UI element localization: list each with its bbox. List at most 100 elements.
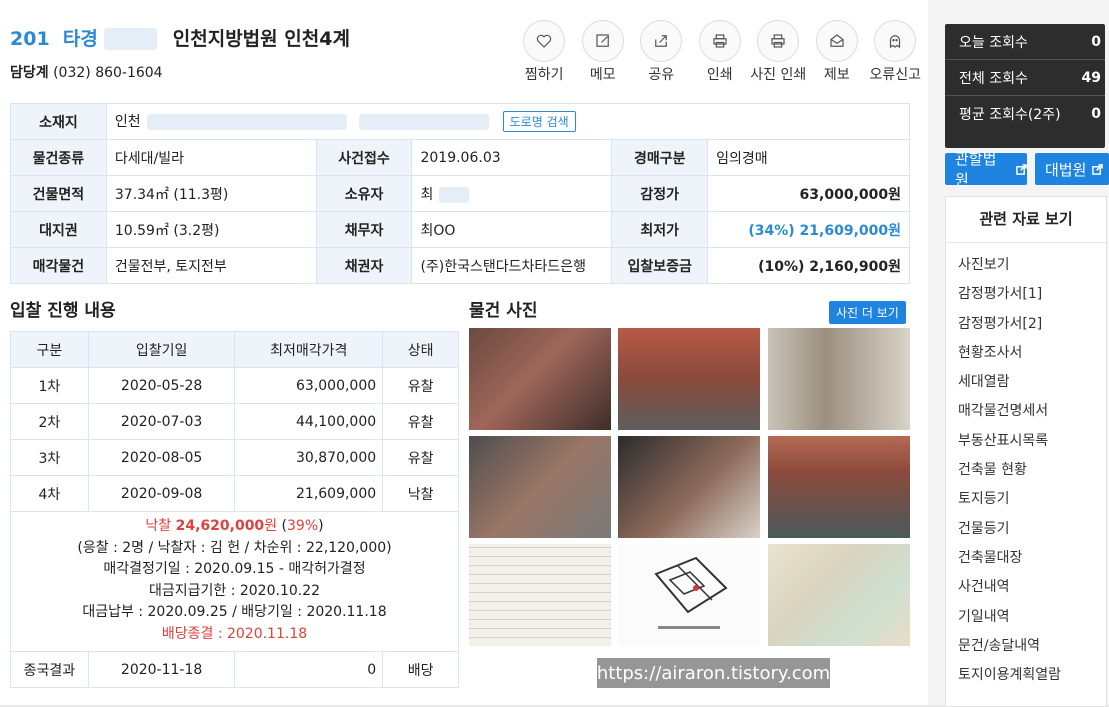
sale-decision-date: 매각결정기일 : 2020.09.15 - 매각허가결정	[103, 561, 366, 577]
auction-type-value: 임의경매	[707, 139, 910, 176]
min-price-value: (34%) 21,609,000원	[707, 211, 910, 248]
auction-type-label: 경매구분	[611, 139, 709, 176]
contact: 담당계 (032) 860-1604	[10, 65, 163, 81]
bid-history-table: 구분 입찰기일 최저매각가격 상태 1차 2020-05-28 63,000,000…	[10, 331, 459, 688]
final-result-row: 종국결과 2020-11-18 0 배당	[10, 651, 459, 688]
table-row: 1차 2020-05-28 63,000,000 유찰	[10, 367, 459, 404]
right-sidebar: 오늘 조회수 0 전체 조회수 49 평균 조회수(2주) 0 관할법원 대법원 관련…	[928, 0, 1109, 707]
deposit-label: 입찰보증금	[611, 247, 709, 284]
min-price-label: 최저가	[611, 211, 709, 248]
pencil-icon	[596, 34, 609, 47]
doc-building-ledger[interactable]: 건축물대장	[958, 544, 1106, 573]
area-label: 건물면적	[10, 175, 107, 212]
doc-household[interactable]: 세대열람	[958, 368, 1106, 397]
doc-delivery-history[interactable]: 문건/송달내역	[958, 632, 1106, 661]
type-value: 다세대/빌라	[105, 139, 317, 176]
doc-survey[interactable]: 현황조사서	[958, 339, 1106, 368]
sale-item-label: 매각물건	[10, 247, 107, 284]
total-views: 전체 조회수 49	[945, 60, 1105, 96]
owner-value: 최x	[411, 175, 613, 212]
creditor-label: 채권자	[315, 247, 413, 284]
floor-plan-photo[interactable]	[618, 544, 760, 646]
print-button[interactable]: 인쇄	[691, 20, 750, 84]
external-link-icon	[1016, 163, 1027, 175]
case-title: 201 타경0000 인천지방법원 인천4계	[10, 24, 350, 51]
debtor-label: 채무자	[315, 211, 413, 248]
heart-icon	[537, 34, 552, 48]
received-label: 사건접수	[315, 139, 413, 176]
debtor-value: 최OO	[411, 211, 613, 248]
deposit-value: (10%) 2,160,900원	[707, 247, 910, 284]
main-panel: 201 타경0000 인천지방법원 인천4계 담당계 (032) 860-1604…	[0, 0, 928, 705]
ghost-icon	[890, 35, 901, 49]
sale-item-value: 건물전부, 토지전부	[105, 247, 317, 284]
related-docs-title: 관련 자료 보기	[946, 197, 1106, 243]
property-photo[interactable]	[618, 436, 760, 538]
photo-grid	[469, 328, 911, 646]
share-icon	[655, 35, 668, 47]
today-views: 오늘 조회수 0	[945, 24, 1105, 60]
more-photos-button[interactable]: 사진 더 보기	[829, 301, 906, 324]
supreme-court-button[interactable]: 대법원	[1035, 153, 1109, 185]
property-info-table: 소재지 인천xx도로명 검색 물건종류 다세대/빌라 사건접수 2019.06.…	[10, 103, 911, 284]
dividend-closed: 배당종결 : 2020.11.18	[161, 625, 308, 642]
error-report-button[interactable]: 오류신고	[866, 20, 925, 84]
road-search-button[interactable]: 도로명 검색	[502, 111, 576, 132]
appraisal-label: 감정가	[611, 175, 709, 212]
appraisal-value: 63,000,000원	[707, 175, 910, 212]
map-photo[interactable]	[768, 544, 910, 646]
favorite-button[interactable]: 찜하기	[515, 20, 574, 84]
doc-appraisal-2[interactable]: 감정평가서[2]	[958, 310, 1106, 339]
property-photo[interactable]	[768, 328, 910, 430]
doc-date-history[interactable]: 기일내역	[958, 603, 1106, 632]
table-row: 3차 2020-08-05 30,870,000 유찰	[10, 439, 459, 476]
action-bar: 찜하기 메모 공유 인쇄 사진 인쇄 제보 오류신고	[515, 20, 925, 84]
jurisdiction-court-button[interactable]: 관할법원	[945, 150, 1027, 189]
share-button[interactable]: 공유	[632, 20, 691, 84]
address-label: 소재지	[10, 103, 107, 140]
court-name: 인천지방법원 인천4계	[172, 28, 350, 50]
bid-section-title: 입찰 진행 내용	[10, 301, 116, 321]
address-value: 인천xx도로명 검색	[105, 103, 911, 140]
doc-building-registry[interactable]: 건물등기	[958, 515, 1106, 544]
property-photo[interactable]	[469, 328, 611, 430]
avg-views: 평균 조회수(2주) 0	[959, 105, 1101, 123]
doc-appraisal-1[interactable]: 감정평가서[1]	[958, 280, 1106, 309]
type-label: 물건종류	[10, 139, 107, 176]
land-value: 10.59㎡ (3.2평)	[105, 211, 317, 248]
envelope-icon	[830, 34, 844, 47]
report-button[interactable]: 제보	[808, 20, 867, 84]
payment-deadline: 대금지급기한 : 2020.10.22	[148, 582, 321, 599]
doc-land-use-plan[interactable]: 토지이용계획열람	[958, 661, 1106, 690]
property-photo[interactable]	[469, 436, 611, 538]
doc-sale-statement[interactable]: 매각물건명세서	[958, 397, 1106, 426]
area-value: 37.34㎡ (11.3평)	[105, 175, 317, 212]
table-row: 2차 2020-07-03 44,100,000 유찰	[10, 403, 459, 440]
doc-building-status[interactable]: 건축물 현황	[958, 456, 1106, 485]
printer-icon	[713, 34, 727, 48]
case-number: 201 타경0000	[10, 28, 163, 50]
bid-detail: (응찰 : 2명 / 낙찰자 : 김 헌 / 차순위 : 22,120,000)	[77, 539, 392, 556]
bid-table-header: 구분 입찰기일 최저매각가격 상태	[10, 331, 459, 368]
owner-label: 소유자	[315, 175, 413, 212]
payment-date: 대금납부 : 2020.09.25 / 배당기일 : 2020.11.18	[82, 604, 387, 620]
winning-bid-summary: 낙찰 24,620,000원 (39%) (응찰 : 2명 / 낙찰자 : 김 …	[10, 511, 459, 652]
property-photo[interactable]	[618, 328, 760, 430]
doc-photos[interactable]: 사진보기	[958, 251, 1106, 280]
table-row: 4차 2020-09-08 21,609,000 낙찰	[10, 475, 459, 512]
memo-button[interactable]: 메모	[574, 20, 633, 84]
doc-property-list[interactable]: 부동산표시목록	[958, 427, 1106, 456]
related-docs-list: 사진보기 감정평가서[1] 감정평가서[2] 현황조사서 세대열람 매각물건명세…	[946, 243, 1106, 690]
creditor-value: (주)한국스탠다드차타드은행	[411, 247, 613, 284]
related-docs-panel: 관련 자료 보기 사진보기 감정평가서[1] 감정평가서[2] 현황조사서 세대…	[945, 196, 1107, 707]
photo-print-button[interactable]: 사진 인쇄	[749, 20, 808, 84]
photo-section-title: 물건 사진	[469, 301, 538, 321]
document-photo[interactable]	[469, 544, 611, 646]
winning-bid-line: 낙찰 24,620,000원 (39%)	[145, 518, 324, 534]
doc-land-registry[interactable]: 토지등기	[958, 485, 1106, 514]
doc-case-history[interactable]: 사건내역	[958, 573, 1106, 602]
property-photo[interactable]	[768, 436, 910, 538]
land-label: 대지권	[10, 211, 107, 248]
watermark: https://airaron.tistory.com	[597, 658, 830, 688]
view-stats: 오늘 조회수 0 전체 조회수 49 평균 조회수(2주) 0	[945, 24, 1105, 148]
